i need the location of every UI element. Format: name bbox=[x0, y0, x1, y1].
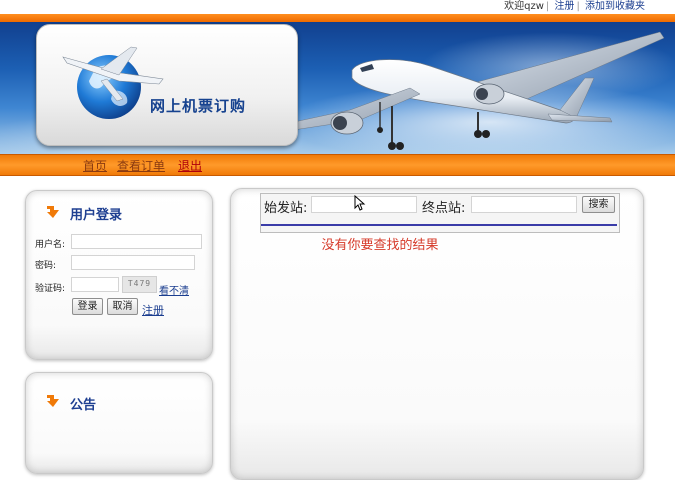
top-utility-bar: 欢迎qzw | 注册 | 添加到收藏夹 bbox=[0, 0, 675, 14]
password-label: 密码: bbox=[35, 261, 57, 271]
search-button[interactable]: 搜索 bbox=[582, 196, 615, 213]
header-accent-strip bbox=[0, 14, 675, 22]
no-results-message: 没有你要查找的结果 bbox=[321, 238, 439, 253]
login-title: 用户登录 bbox=[70, 208, 123, 223]
captcha-label: 验证码: bbox=[35, 284, 66, 294]
refresh-captcha-link[interactable]: 看不清 bbox=[159, 282, 189, 297]
arrow-icon bbox=[47, 395, 59, 407]
captcha-image[interactable]: T479 bbox=[122, 276, 157, 293]
username-label: 用户名: bbox=[35, 240, 66, 250]
register-link[interactable]: 注册 bbox=[142, 302, 164, 318]
departure-label: 始发站: bbox=[264, 201, 308, 216]
destination-input[interactable] bbox=[471, 196, 577, 213]
search-divider bbox=[261, 224, 617, 226]
nav-home-link[interactable]: 首页 bbox=[83, 157, 107, 174]
notice-title: 公告 bbox=[70, 398, 97, 413]
notice-panel bbox=[25, 372, 213, 474]
site-title: 网上机票订购 bbox=[150, 97, 247, 115]
top-register-link[interactable]: 注册 bbox=[554, 1, 574, 12]
add-bookmark-link[interactable]: 添加到收藏夹 bbox=[585, 1, 645, 12]
destination-label: 终点站: bbox=[422, 201, 466, 216]
welcome-text: 欢迎qzw bbox=[504, 1, 544, 12]
header-banner: 网上机票订购 bbox=[0, 22, 675, 154]
username-input[interactable] bbox=[71, 234, 202, 249]
login-button[interactable]: 登录 bbox=[72, 298, 103, 315]
arrow-icon bbox=[47, 206, 59, 218]
cancel-button[interactable]: 取消 bbox=[107, 298, 138, 315]
captcha-input[interactable] bbox=[71, 277, 119, 292]
main-nav: 首页 查看订单 退出 bbox=[0, 154, 675, 176]
password-input[interactable] bbox=[71, 255, 195, 270]
mouse-cursor-icon bbox=[354, 195, 366, 211]
nav-logout-link[interactable]: 退出 bbox=[178, 157, 202, 174]
logo-box bbox=[36, 24, 298, 146]
nav-orders-link[interactable]: 查看订单 bbox=[117, 157, 165, 174]
